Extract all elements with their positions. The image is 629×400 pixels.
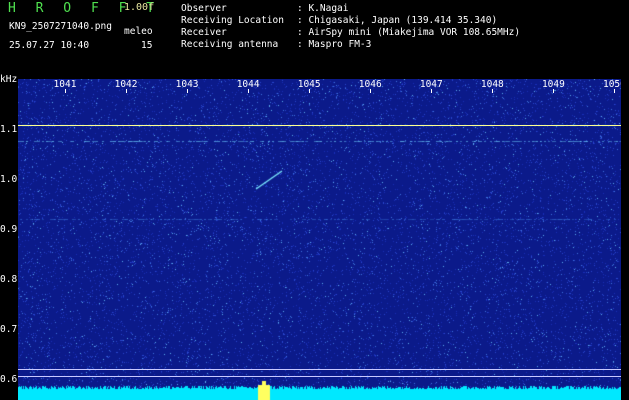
observer-value: : K.Nagai [297,3,349,14]
x-tick-mark [309,89,311,93]
y-tick-label: 0.6 [0,374,18,385]
version-label: 1.00f [124,2,155,13]
location-value: : Chigasaki, Japan (139.414 35.340) [297,15,498,26]
noise-canvas [18,79,621,400]
receiver-key: Receiver [181,27,227,38]
y-tick-label: 0.9 [0,224,18,235]
antenna-value: : Maspro FM-3 [297,39,372,50]
y-tick-label: 0.7 [0,324,18,335]
receiver-value: : AirSpy mini (Miakejima VOR 108.65MHz) [297,27,521,38]
location-row: Receiving Location : Chigasaki, Japan (13… [181,15,497,26]
y-unit-label: kHz [0,74,18,85]
x-tick-mark [248,89,250,93]
datetime-label: 25.07.27 10:40 [9,40,90,51]
x-tick-mark [370,89,372,93]
x-tick-mark [187,89,189,93]
spectrogram-plot: 1041104210431044104510461047104810491050 [18,79,621,400]
x-tick-mark [126,89,128,93]
antenna-key: Receiving antenna [181,39,279,50]
y-tick-label: 0.8 [0,274,18,285]
observer-row: Observer : K.Nagai [181,3,348,14]
observer-key: Observer [181,3,227,14]
y-tick-label: 1.0 [0,174,18,185]
x-tick-mark [65,89,66,93]
x-tick-label: 1050 [602,79,621,90]
antenna-row: Receiving antenna : Maspro FM-3 [181,39,371,50]
meteor-label: meleo [124,26,153,37]
x-tick-mark [431,89,433,93]
y-tick-label: 1.1 [0,124,18,135]
filename-label: KN9_2507271040.png [9,21,112,32]
x-tick-mark [614,89,616,93]
receiver-row: Receiver : AirSpy mini (Miakejima VOR 108… [181,27,520,38]
reference-line [18,369,621,370]
x-tick-mark [553,89,555,93]
x-tick-mark [492,89,494,93]
location-key: Receiving Location [181,15,284,26]
spectrogram-window: H R O F F T 1.00f KN9_2507271040.png mel… [0,0,629,400]
reference-line [18,376,621,377]
meteor-count: 15 [141,40,153,51]
reference-line [18,125,621,126]
